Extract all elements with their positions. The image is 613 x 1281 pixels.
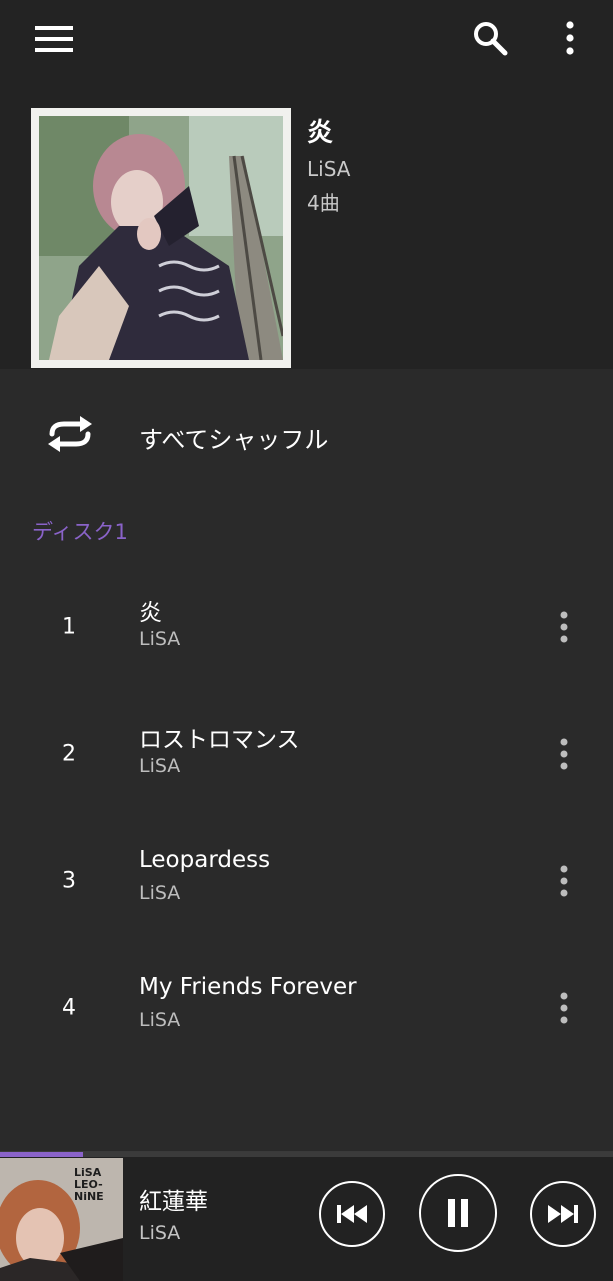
track-row-3[interactable]: 3 Leopardess LiSA [0,818,613,944]
album-cover-photo [39,116,283,360]
play-pause-button[interactable] [419,1174,497,1252]
disc-header: ディスク1 [32,520,128,544]
more-vertical-icon [566,21,574,55]
skip-next-icon [548,1205,578,1223]
track-artist: LiSA [139,882,181,904]
track-title: My Friends Forever [139,974,357,1000]
track-artist: LiSA [139,755,181,777]
track-more-button[interactable] [546,985,582,1031]
playback-progress-bar[interactable] [0,1152,613,1157]
track-more-button[interactable] [546,604,582,650]
track-title: ロストロマンス [139,727,300,753]
shuffle-all-label: すべてシャッフル [139,426,329,454]
now-playing-bar[interactable]: LiSA LEO-NiNE 紅蓮華 LiSA [0,1151,613,1281]
now-playing-title[interactable]: 紅蓮華 [139,1182,208,1216]
track-more-button[interactable] [546,731,582,777]
track-number: 3 [62,868,76,894]
more-vertical-icon [560,611,568,643]
more-vertical-icon [560,738,568,770]
now-playing-artist[interactable]: LiSA [139,1222,180,1244]
track-row-1[interactable]: 1 炎 LiSA [0,564,613,690]
album-title: 炎 [307,118,334,148]
hamburger-menu-icon [35,26,73,52]
more-vertical-icon [560,992,568,1024]
next-track-button[interactable] [530,1181,596,1247]
track-artist: LiSA [139,1009,181,1031]
album-cover [31,108,291,368]
more-options-button[interactable] [548,14,592,62]
track-row-2[interactable]: 2 ロストロマンス LiSA [0,691,613,817]
track-artist: LiSA [139,628,181,650]
search-button[interactable] [466,14,514,62]
pause-icon [448,1199,468,1227]
track-row-4[interactable]: 4 My Friends Forever LiSA [0,945,613,1071]
track-title: 炎 [139,600,162,626]
more-vertical-icon [560,865,568,897]
shuffle-repeat-icon [48,416,92,452]
album-header: 炎 LiSA 4曲 [0,0,613,369]
shuffle-all-button[interactable]: すべてシャッフル [0,390,613,480]
now-playing-cover-text: LiSA LEO-NiNE [74,1166,104,1203]
skip-previous-icon [337,1205,367,1223]
track-more-button[interactable] [546,858,582,904]
now-playing-cover[interactable]: LiSA LEO-NiNE [0,1158,123,1281]
album-track-count: 4曲 [307,191,340,215]
track-title: Leopardess [139,847,271,873]
album-cover-illustration [39,116,283,360]
album-artist[interactable]: LiSA [307,157,350,181]
playback-progress-fill [0,1152,83,1157]
search-icon [474,22,508,56]
track-number: 4 [62,995,76,1021]
previous-track-button[interactable] [319,1181,385,1247]
track-number: 1 [62,614,76,640]
track-number: 2 [62,741,76,767]
menu-button[interactable] [28,18,80,60]
